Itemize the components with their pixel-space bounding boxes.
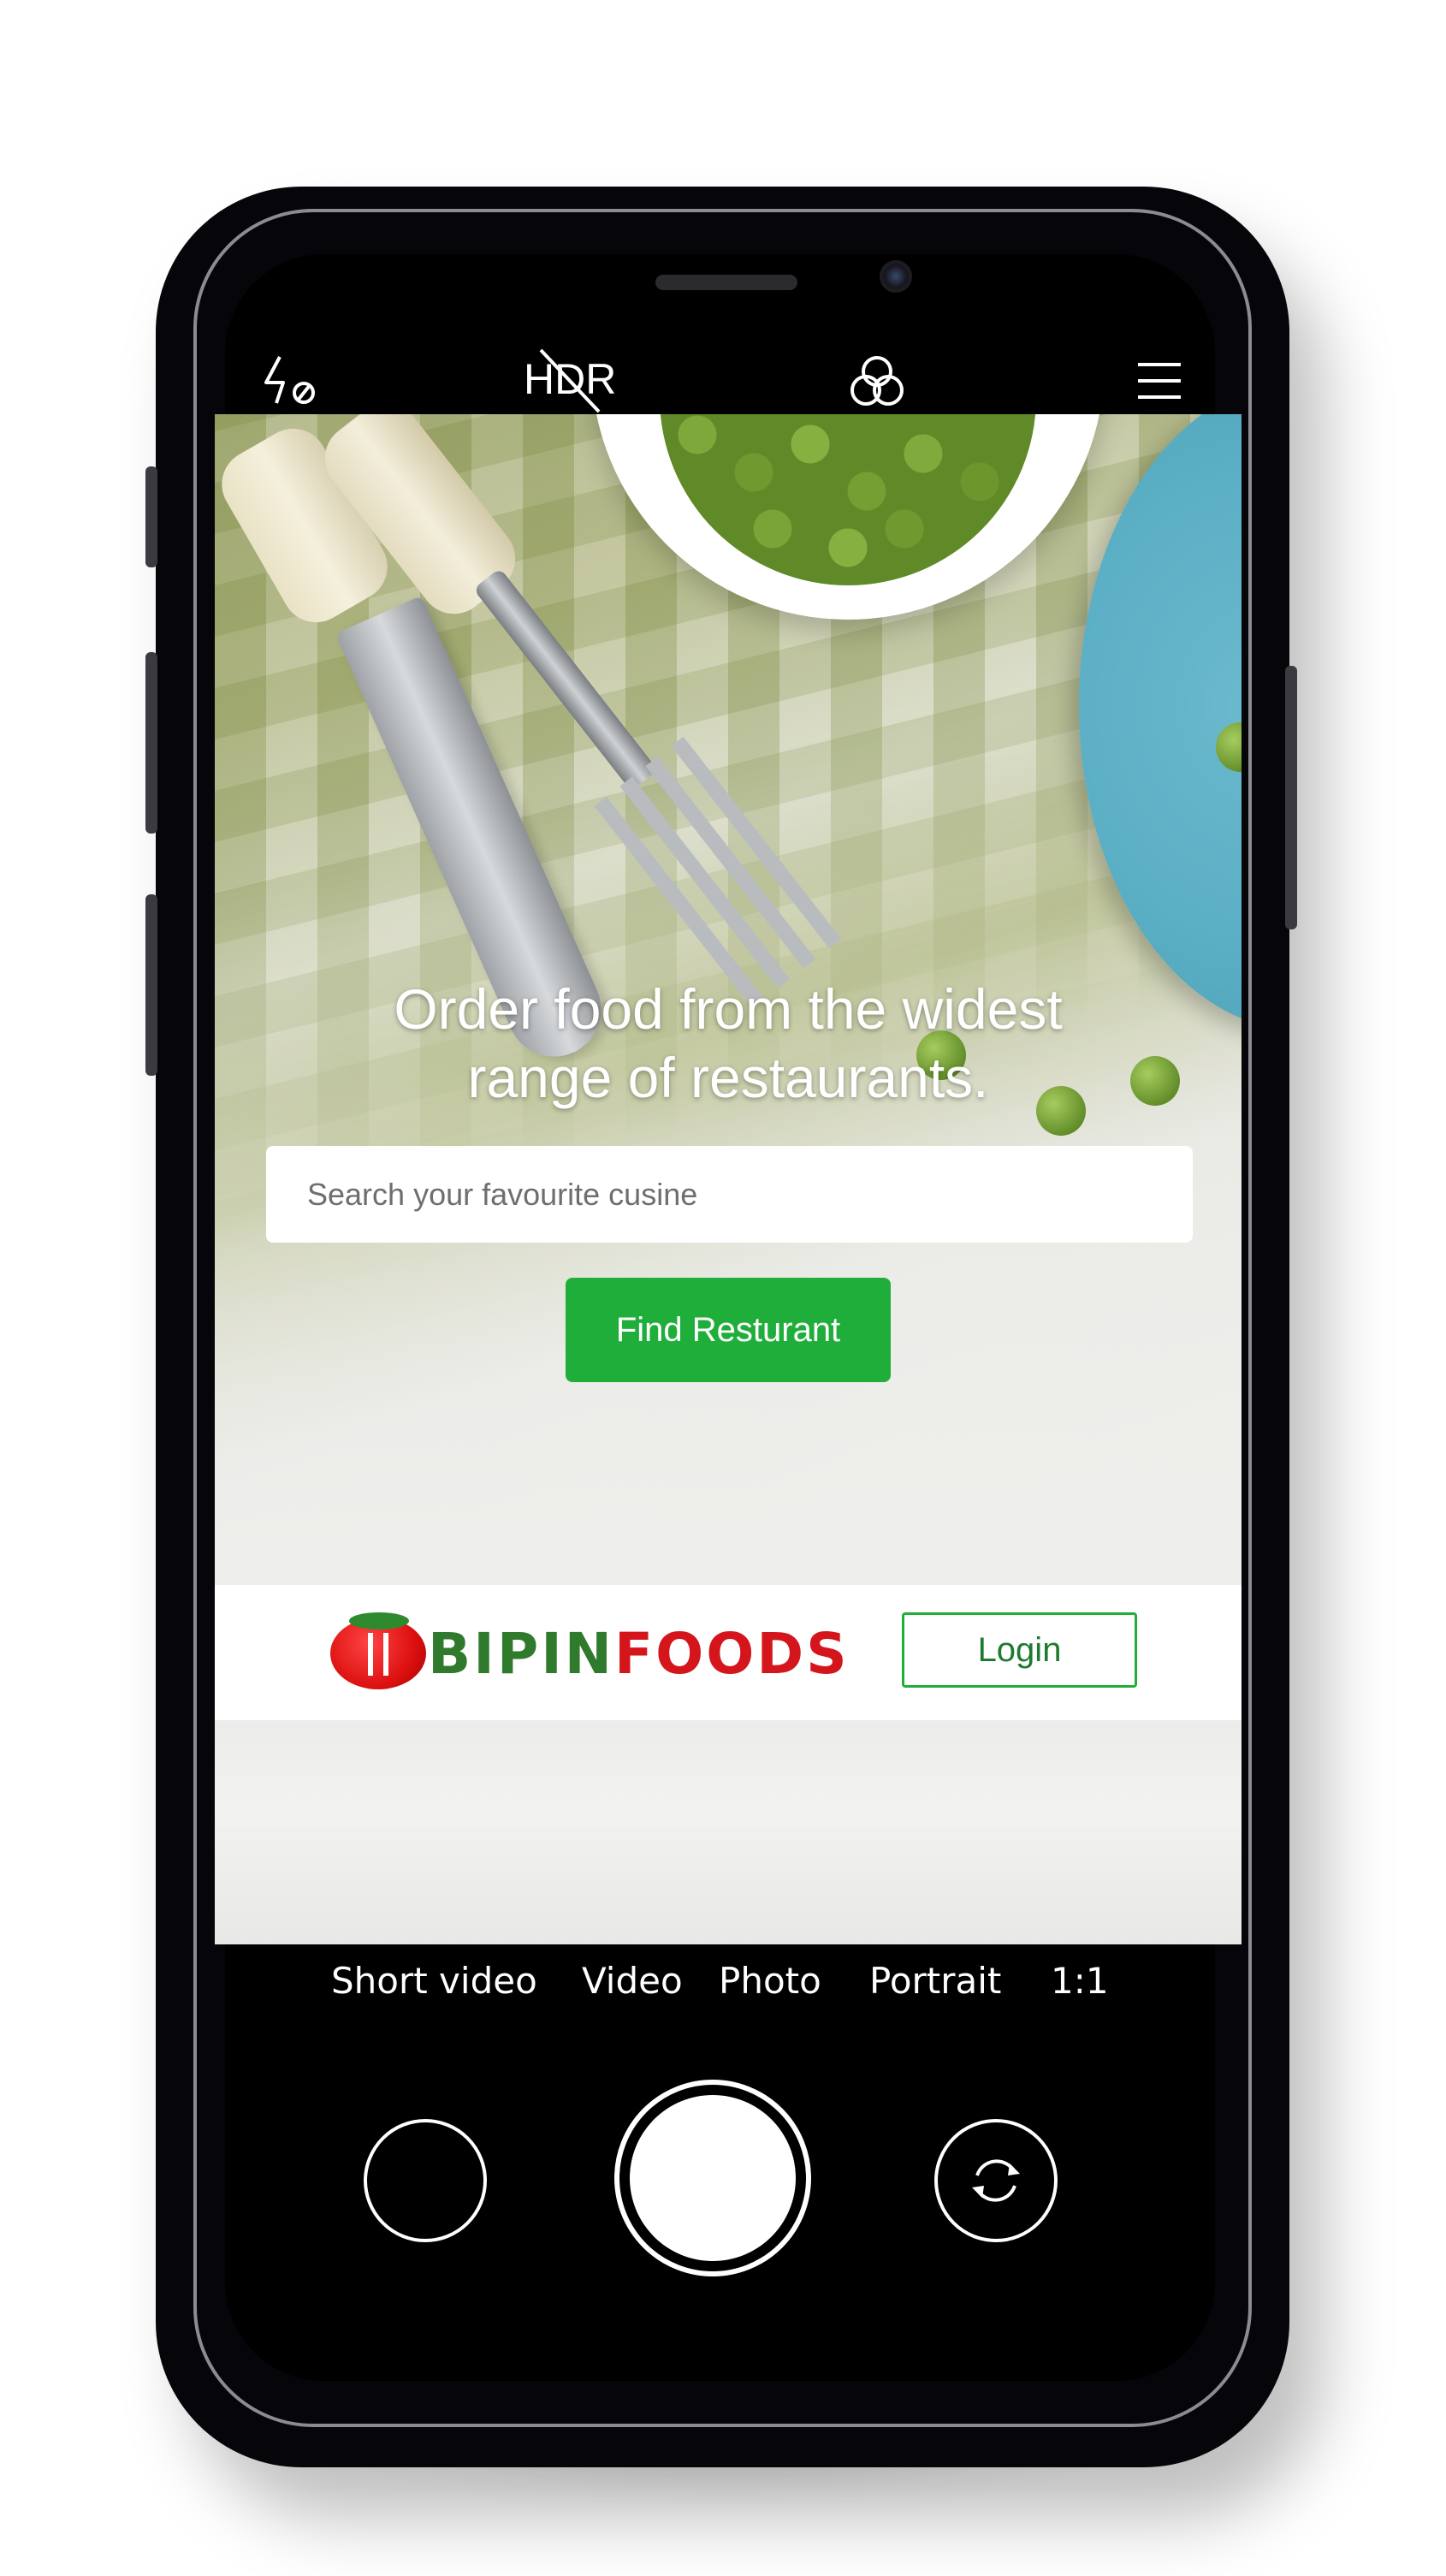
notch xyxy=(443,254,993,338)
mode-photo[interactable]: Photo xyxy=(719,1960,821,2002)
power-button xyxy=(1285,666,1297,929)
hdr-off-slash-icon xyxy=(537,347,623,415)
hero-title: Order food from the widest range of rest… xyxy=(215,975,1242,1112)
mode-portrait[interactable]: Portrait xyxy=(869,1960,1001,2002)
find-restaurant-button[interactable]: Find Resturant xyxy=(566,1278,891,1382)
switch-camera-button[interactable] xyxy=(934,2119,1058,2242)
tomato-logo-icon xyxy=(330,1612,426,1689)
mode-video[interactable]: Video xyxy=(582,1960,683,2002)
flash-off-icon[interactable] xyxy=(261,355,321,407)
front-camera xyxy=(880,260,912,293)
filters-icon[interactable] xyxy=(847,353,907,413)
silent-switch xyxy=(145,466,157,567)
speaker-grille xyxy=(655,275,797,290)
logo-text-bipin: BIPIN xyxy=(428,1620,615,1687)
hamburger-menu-icon[interactable] xyxy=(1136,361,1182,401)
switch-camera-icon xyxy=(972,2159,1020,2202)
hero-background: Order food from the widest range of rest… xyxy=(215,414,1242,1587)
web-viewport: Order food from the widest range of rest… xyxy=(215,414,1242,1944)
shutter-button-inner[interactable] xyxy=(630,2095,796,2261)
gallery-thumbnail-button[interactable] xyxy=(364,2119,487,2242)
camera-mode-bar: Short video Video Photo Portrait 1:1 xyxy=(0,1960,1446,2011)
logo-text: BIPINFOODS xyxy=(428,1621,850,1687)
volume-down-button xyxy=(145,894,157,1076)
page: Order food from the widest range of rest… xyxy=(0,0,1446,2576)
login-button[interactable]: Login xyxy=(902,1612,1137,1688)
hero-title-line-2: range of restaurants. xyxy=(467,1046,989,1109)
bipinfoods-logo[interactable]: BIPINFOODS xyxy=(330,1612,850,1692)
logo-text-foods: FOODS xyxy=(614,1620,850,1687)
hero-title-line-1: Order food from the widest xyxy=(394,977,1063,1041)
leaf-icon xyxy=(349,1612,409,1629)
navbar: BIPINFOODS Login xyxy=(215,1585,1242,1720)
utensils-icon xyxy=(368,1633,388,1676)
volume-up-button xyxy=(145,652,157,834)
mode-short-video[interactable]: Short video xyxy=(331,1960,537,2002)
lower-background xyxy=(215,1720,1242,1944)
search-input[interactable] xyxy=(266,1146,1193,1243)
mode-1-1[interactable]: 1:1 xyxy=(1051,1960,1109,2002)
